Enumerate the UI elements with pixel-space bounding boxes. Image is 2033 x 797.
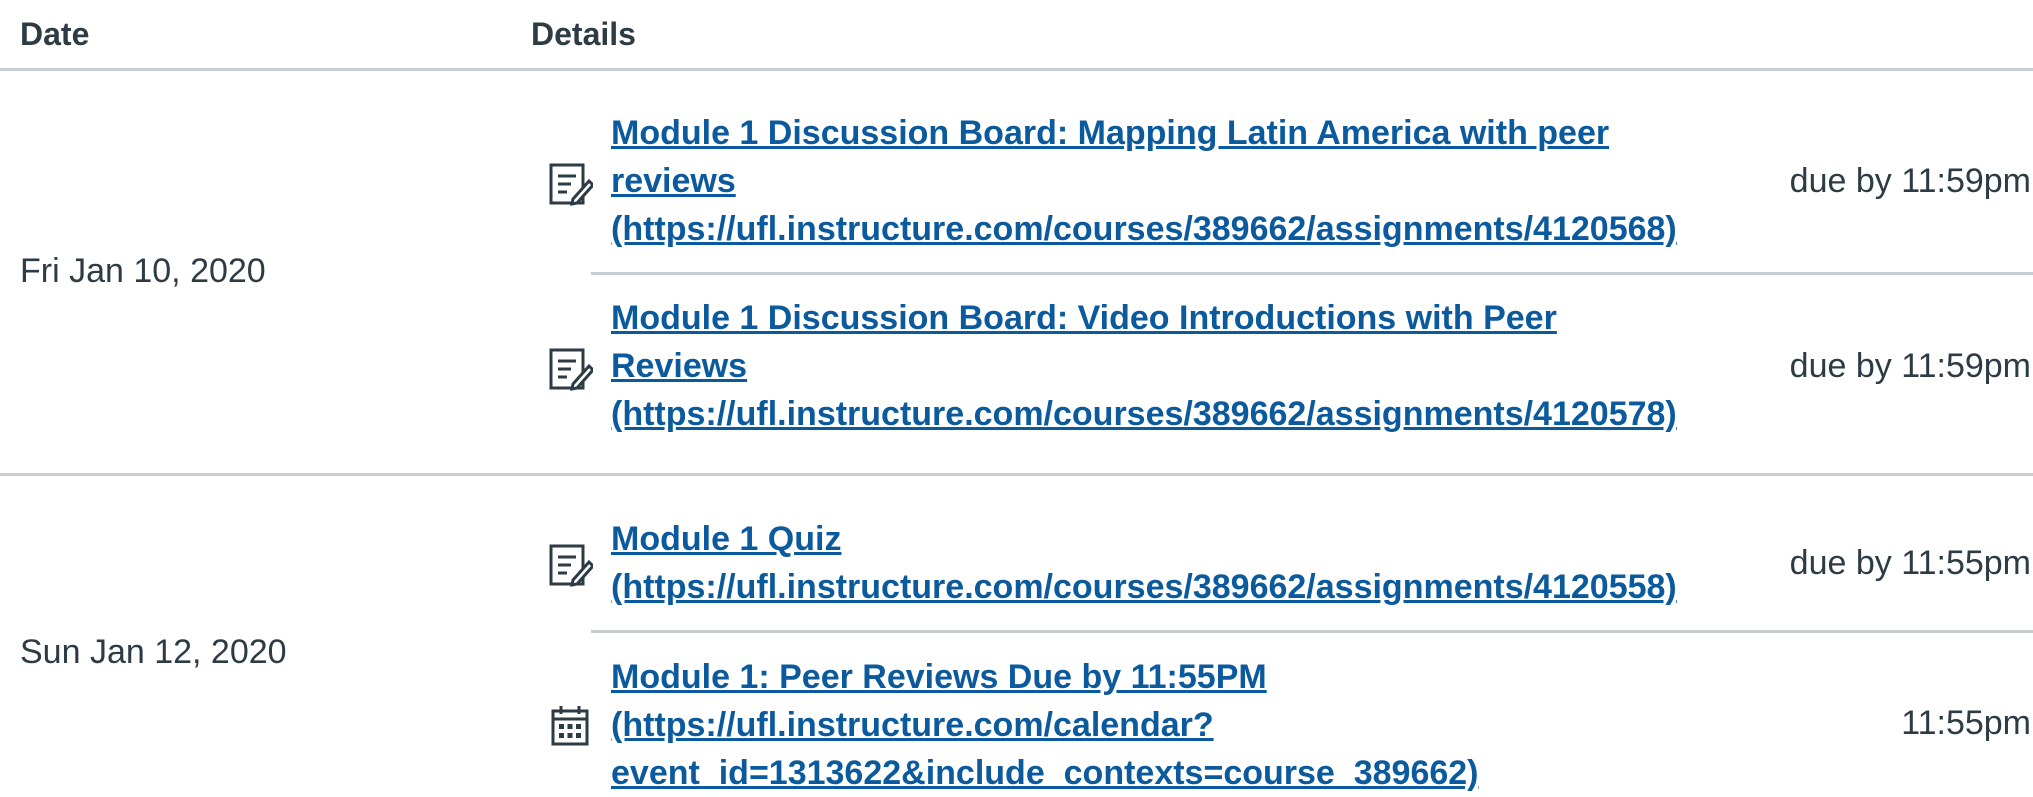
group-date: Fri Jan 10, 2020 [20,252,266,290]
due-time: due by 11:59pm [1789,347,2031,385]
assignment-url-line: (https://ufl.instructure.com/courses/389… [611,395,1677,433]
assignment-title-line: reviews [611,162,736,200]
event-url-line: event_id=1313622&include_contexts=course… [611,754,1479,792]
calendar-event-icon [551,706,589,746]
details-column-header: Details [531,16,636,52]
date-column-header: Date [20,16,90,52]
table-header: Date Details [0,0,2033,71]
assignment-title-line: Module 1 Quiz [611,520,842,558]
assignment-icon [549,163,593,206]
event-time: 11:55pm [1901,704,2031,742]
assignment-url-line: (https://ufl.instructure.com/courses/389… [611,210,1677,248]
assignment-title-line: Module 1 Discussion Board: Mapping Latin… [611,114,1610,152]
assignment-link-video-introductions[interactable]: Module 1 Discussion Board: Video Introdu… [611,294,1741,438]
item-divider [591,272,2033,275]
assignment-title-line: Module 1 Discussion Board: Video Introdu… [611,299,1557,337]
event-title-line: Module 1: Peer Reviews Due by 11:55PM [611,658,1267,696]
assignment-title-line: Reviews [611,347,748,385]
assignment-icon [549,348,593,391]
assignment-link-module-1-quiz[interactable]: Module 1 Quiz (https://ufl.instructure.c… [611,515,1741,611]
assignment-url-line: (https://ufl.instructure.com/courses/389… [611,568,1677,606]
event-url-line: (https://ufl.instructure.com/calendar? [611,706,1214,744]
due-time: due by 11:59pm [1789,162,2031,200]
calendar-event-link-peer-reviews[interactable]: Module 1: Peer Reviews Due by 11:55PM (h… [611,653,1741,797]
assignment-link-mapping-latin-america[interactable]: Module 1 Discussion Board: Mapping Latin… [611,109,1741,253]
due-time: due by 11:55pm [1789,544,2031,582]
assignment-icon [549,544,593,587]
group-divider [0,473,2033,476]
group-date: Sun Jan 12, 2020 [20,633,287,671]
item-divider [591,630,2033,633]
